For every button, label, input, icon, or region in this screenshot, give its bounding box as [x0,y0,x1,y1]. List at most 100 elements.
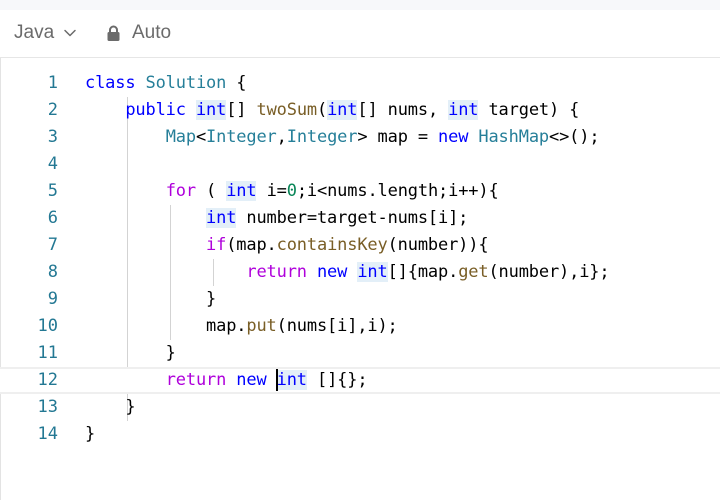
code-line[interactable]: 14} [0,421,720,448]
code-token: , [276,127,287,147]
line-number: 11 [37,343,58,363]
current-code-line[interactable]: 12 return new int []{}; [0,367,720,394]
code-line[interactable]: 3 Map<Integer,Integer> map = new HashMap… [0,124,720,151]
code-token: return [246,262,317,282]
code-line[interactable]: 13 } [0,394,720,421]
code-line[interactable]: 9 } [0,286,720,313]
code-token: twoSum [256,100,317,120]
code-text[interactable]: } [85,340,176,367]
code-line[interactable]: 1 class Solution { [0,70,720,97]
code-token: int [357,262,388,282]
code-token: < [195,127,207,147]
code-text[interactable]: return new int []{}; [85,369,368,392]
code-text[interactable]: int number=target-nums[i]; [85,205,468,232]
code-text[interactable]: if(map.containsKey(number)){ [85,232,489,259]
code-text[interactable]: Map<Integer,Integer> map = new HashMap<>… [85,124,600,151]
code-line[interactable]: 4 [0,151,720,178]
code-token: new [316,262,358,282]
code-line[interactable]: 2 public int[] twoSum(int[] nums, int ta… [0,97,720,124]
code-token: <>(); [549,127,600,147]
code-line[interactable]: 7 if(map.containsKey(number)){ [0,232,720,259]
chevron-down-icon [64,29,76,37]
code-token: [] [226,100,257,120]
code-token: number=target-nums[i]; [236,208,469,228]
code-token: (number)){ [387,235,489,255]
language-select-value: Java [14,22,55,43]
code-area[interactable]: 1 class Solution {2 public int[] twoSum(i… [0,70,720,448]
code-line[interactable]: 10 map.put(nums[i],i); [0,313,720,340]
code-text[interactable]: } [85,394,135,421]
code-token: (number),i}; [488,262,610,282]
code-token: } [85,397,136,417]
code-token: Solution [145,73,227,93]
code-token: new [236,370,277,390]
line-number: 1 [47,73,58,93]
code-text[interactable]: class Solution { [85,70,247,97]
code-token: int [276,370,307,390]
code-editor[interactable]: Java Auto 1 class Solution {2 public int[… [0,0,720,500]
editor-toolbar: Java Auto [0,10,720,58]
code-token: get [458,262,489,282]
code-token: (nums[i],i); [276,316,398,336]
top-strip [0,0,720,10]
line-number: 13 [37,397,58,417]
code-token: (map. [226,235,277,255]
code-token: Integer [286,127,358,147]
code-line[interactable]: 5 for ( int i=0;i<nums.length;i++){ [0,178,720,205]
code-text[interactable]: public int[] twoSum(int[] nums, int targ… [85,97,579,124]
code-text[interactable]: return new int[]{map.get(number),i}; [85,259,610,286]
text-cursor [275,369,278,391]
code-token: int [206,208,237,228]
line-number: 10 [37,316,58,336]
code-token: > map = [357,127,439,147]
code-token: ( [195,181,227,201]
code-token: new [438,127,479,147]
code-token: } [85,289,217,309]
code-token: [] nums, [357,100,449,120]
code-token: put [246,316,277,336]
code-token: map. [85,316,247,336]
code-text[interactable]: } [85,421,95,448]
code-token: []{map. [387,262,459,282]
code-token: i= [256,181,287,201]
mode-label: Auto [132,22,172,43]
code-token: ( [317,100,328,120]
code-token: 0 [286,181,297,201]
code-text[interactable]: for ( int i=0;i<nums.length;i++){ [85,178,499,205]
mode-indicator[interactable]: Auto [106,22,171,44]
line-number: 5 [47,181,58,201]
code-line[interactable]: 11 } [0,340,720,367]
code-token: Integer [206,127,277,147]
code-token: int [226,181,257,201]
code-token: int [327,100,358,120]
line-number: 12 [37,370,58,390]
code-token: HashMap [478,127,549,147]
line-number: 9 [47,289,58,309]
code-token: } [85,424,96,444]
line-number: 3 [47,127,58,147]
code-token: int [195,100,227,120]
code-token: if [206,235,227,255]
code-line[interactable]: 6 int number=target-nums[i]; [0,205,720,232]
code-text[interactable]: } [85,286,216,313]
language-select[interactable]: Java [14,22,78,44]
code-token: class [85,73,146,93]
code-token: Map [165,127,196,147]
code-token: public [125,100,196,120]
line-number: 4 [47,154,58,174]
code-token: ;i<nums.length;i++){ [296,181,499,201]
code-token: return [165,370,237,390]
lock-icon [107,25,120,41]
code-token: } [85,343,176,363]
line-number: 14 [37,424,58,444]
code-line[interactable]: 8 return new int[]{map.get(number),i}; [0,259,720,286]
line-number: 8 [47,262,58,282]
code-token: int [448,100,479,120]
code-text[interactable]: map.put(nums[i],i); [85,313,398,340]
